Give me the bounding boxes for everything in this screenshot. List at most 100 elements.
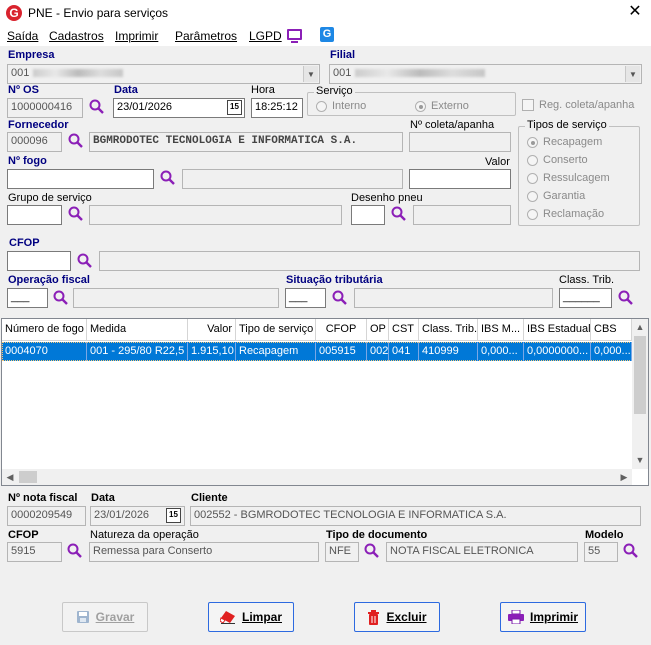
search-icon[interactable] [364,543,380,559]
printer-icon [507,610,524,624]
calendar-icon[interactable]: 15 [166,508,181,523]
cell-ibs-estadual[interactable]: 0,0000000... [524,342,591,361]
search-icon[interactable] [623,543,639,559]
monitor-icon[interactable] [287,29,302,40]
cell-cst[interactable]: 041 [389,342,419,361]
radio-ressulcagem-label: Ressulcagem [543,172,610,184]
nota-cfop-label: CFOP [8,529,39,541]
chevron-down-icon[interactable]: ▼ [303,66,318,82]
menu-parametros[interactable]: Parâmetros [175,29,237,43]
search-icon[interactable] [618,290,634,306]
menu-bar: Saída Cadastros Imprimir Parâmetros LGPD… [0,26,651,46]
class-trib-label: Class. Trib. [559,274,615,286]
col-header-cbs[interactable]: CBS [591,319,632,341]
fornecedor-name-input[interactable]: BGMRODOTEC TECNOLOGIA E INFORMATICA S.A. [89,132,403,152]
search-icon[interactable] [68,206,84,222]
gravar-button[interactable]: Gravar [62,602,148,632]
scroll-h-thumb[interactable] [19,471,37,483]
cfop-input[interactable] [7,251,71,271]
os-input[interactable]: 1000000416 [7,98,83,118]
menu-cadastros[interactable]: Cadastros [49,29,104,43]
cell-ibs-m[interactable]: 0,000... [478,342,524,361]
cell-medida[interactable]: 001 - 295/80 R22,5 [87,342,188,361]
cell-cbs[interactable]: 0,000... [591,342,632,361]
radio-circle-icon [527,172,538,184]
col-header-op[interactable]: OP [367,319,389,341]
grupo-input[interactable] [7,205,62,225]
operacao-input[interactable]: ___ [7,288,48,308]
menu-saida[interactable]: Saída [7,29,38,43]
menu-lgpd[interactable]: LGPD [249,29,282,43]
col-header-valor[interactable]: Valor [188,319,236,341]
excluir-button[interactable]: Excluir [354,602,440,632]
imprimir-button[interactable]: Imprimir [500,602,586,632]
radio-externo[interactable]: Externo [415,100,469,112]
cell-valor[interactable]: 1.915,10 [188,342,236,361]
valor-label: Valor [485,156,510,168]
cell-tipo-servico[interactable]: Recapagem [236,342,316,361]
radio-ressulcagem[interactable]: Ressulcagem [527,172,610,184]
radio-recapagem[interactable]: Recapagem [527,136,602,148]
radio-circle-icon [316,100,327,112]
situacao-desc-input [354,288,553,308]
monitor-stand-icon [291,41,298,43]
col-header-cst[interactable]: CST [389,319,419,341]
col-header-medida[interactable]: Medida [87,319,188,341]
radio-reclamacao[interactable]: Reclamação [527,208,604,220]
valor-input[interactable] [409,169,511,189]
scroll-down-icon[interactable]: ▼ [632,452,648,469]
search-icon[interactable] [77,253,93,269]
cell-numero-fogo[interactable]: 0004070 [2,342,87,361]
search-icon[interactable] [391,206,407,222]
fornecedor-code-input[interactable]: 000096 [7,132,62,152]
menu-imprimir[interactable]: Imprimir [115,29,158,43]
close-icon[interactable]: ✕ [626,3,644,21]
search-icon[interactable] [160,170,176,186]
col-header-ibs-m[interactable]: IBS M... [478,319,524,341]
coleta-label: Nº coleta/apanha [410,119,495,131]
limpar-button[interactable]: Limpar [208,602,294,632]
hora-input[interactable]: 18:25:12 [251,98,303,118]
filial-select[interactable]: 001 ▼ [329,64,642,84]
natureza-input: Remessa para Conserto [89,542,319,562]
radio-interno-label: Interno [332,100,367,112]
cell-cfop[interactable]: 005915 [316,342,367,361]
items-grid[interactable]: Número de fogo Medida Valor Tipo de serv… [1,318,649,486]
scroll-left-icon[interactable]: ◀ [2,469,18,485]
gravar-label: Gravar [95,610,135,624]
search-icon[interactable] [53,290,69,306]
horizontal-scrollbar[interactable]: ◀ ▶ [2,469,632,485]
situacao-input[interactable]: ___ [285,288,326,308]
radio-interno[interactable]: Interno [316,100,366,112]
search-icon[interactable] [332,290,348,306]
cell-op[interactable]: 002 [367,342,389,361]
scroll-thumb[interactable] [634,336,646,414]
radio-circle-icon [527,154,538,166]
chevron-down-icon[interactable]: ▼ [625,66,640,82]
col-header-cfop[interactable]: CFOP [316,319,367,341]
radio-conserto[interactable]: Conserto [527,154,588,166]
empresa-select[interactable]: 001 ▼ [7,64,320,84]
coleta-input[interactable] [409,132,511,152]
data-input[interactable]: 23/01/2026 [113,98,245,118]
search-icon[interactable] [67,543,83,559]
cell-class-trib[interactable]: 410999 [419,342,478,361]
vertical-scrollbar[interactable]: ▲ ▼ [632,319,648,469]
col-header-class-trib[interactable]: Class. Trib. [419,319,478,341]
search-icon[interactable] [68,133,84,149]
col-header-ibs-estadual[interactable]: IBS Estadual [524,319,591,341]
fogo-input[interactable] [7,169,154,189]
scroll-right-icon[interactable]: ▶ [616,469,632,485]
col-header-tipo-servico[interactable]: Tipo de serviço [236,319,316,341]
radio-garantia[interactable]: Garantia [527,190,585,202]
search-icon[interactable] [89,99,105,115]
reg-coleta-checkbox[interactable]: Reg. coleta/apanha [522,99,634,111]
class-trib-input[interactable]: ______ [559,288,612,308]
tipo-doc-code-input: NFE [325,542,359,562]
radio-conserto-label: Conserto [543,154,588,166]
col-header-numero-fogo[interactable]: Número de fogo [2,319,87,341]
app-g-icon[interactable]: G [320,27,334,42]
scroll-up-icon[interactable]: ▲ [632,319,648,336]
calendar-icon[interactable]: 15 [227,100,242,115]
desenho-input[interactable] [351,205,385,225]
